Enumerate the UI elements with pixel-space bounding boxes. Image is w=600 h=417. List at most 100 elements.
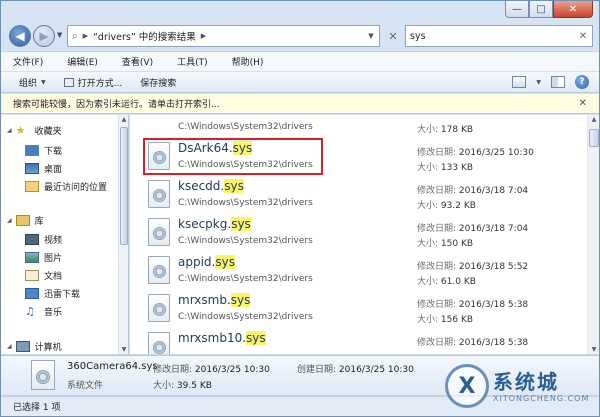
nav-videos[interactable]: 视频 <box>25 230 62 248</box>
chevron-right-icon[interactable]: ▶ <box>83 32 88 40</box>
modified-label: 修改日期: <box>417 224 457 234</box>
file-size: 大小: 133 KB <box>417 160 473 173</box>
file-path: C:\Windows\System32\drivers <box>178 312 313 322</box>
nav-favorites[interactable]: ◢ ★ 收藏夹 <box>7 121 62 139</box>
modified-label: 修改日期: <box>417 186 457 196</box>
file-size: 大小: 93.2 KB <box>417 198 476 211</box>
result-row[interactable]: C:\Windows\System32\drivers 大小: 178 KB <box>140 115 578 138</box>
download-folder-icon <box>25 144 39 156</box>
nav-label: 计算机 <box>34 342 62 353</box>
minimize-button[interactable]: — <box>505 1 529 18</box>
pictures-icon <box>25 251 39 263</box>
modified-label: 修改日期: <box>153 365 193 375</box>
search-highlight: sys <box>231 217 251 231</box>
address-bar[interactable]: ⌕ ▶ “drivers” 中的搜索结果 ▶ ▼ <box>67 25 380 47</box>
change-view-icon[interactable] <box>512 76 527 88</box>
nav-scrollbar[interactable]: ▲ ▼ <box>118 115 128 354</box>
index-info-bar[interactable]: 搜索可能较慢，因为索引未运行。请单击打开索引... ✕ <box>1 94 599 114</box>
menu-tools[interactable]: 工具(T) <box>177 55 208 68</box>
system-file-icon <box>31 360 55 390</box>
address-dropdown-icon[interactable]: ▼ <box>363 32 379 40</box>
open-with-button[interactable]: 打开方式... <box>63 76 122 89</box>
clear-search-icon[interactable]: ✕ <box>574 31 592 42</box>
address-row: ◀ ▶ ▼ ⌕ ▶ “drivers” 中的搜索结果 ▶ ▼ ✕ sys ✕ <box>1 23 599 49</box>
breadcrumb[interactable]: “drivers” 中的搜索结果 <box>93 29 196 43</box>
file-name: mrxsmb10.sys <box>178 331 266 345</box>
computer-icon <box>15 340 30 352</box>
modified-label: 修改日期: <box>417 300 457 310</box>
star-icon: ★ <box>15 123 26 137</box>
file-size: 大小: 178 KB <box>417 122 473 135</box>
preview-pane-icon[interactable] <box>551 76 565 88</box>
recent-pages-dropdown[interactable]: ▼ <box>57 31 62 39</box>
organize-label: 组织 <box>19 78 38 89</box>
search-input[interactable]: sys ✕ <box>405 25 593 47</box>
size-value: 178 KB <box>440 125 474 135</box>
close-infobar-icon[interactable]: ✕ <box>579 98 587 109</box>
help-icon[interactable]: ? <box>575 75 589 89</box>
nav-pictures[interactable]: 图片 <box>25 248 62 266</box>
modified-value: 2016/3/18 5:52 <box>458 262 529 272</box>
nav-documents[interactable]: 文档 <box>25 266 62 284</box>
file-name-base: mrxsmb. <box>178 293 231 307</box>
results-scrollbar[interactable]: ▲ ▼ <box>587 115 599 354</box>
nav-downloads[interactable]: 下载 <box>25 141 62 159</box>
result-row[interactable]: appid.sys C:\Windows\System32\drivers 修改… <box>140 252 578 290</box>
nav-thunder-downloads[interactable]: 迅雷下载 <box>25 284 80 302</box>
watermark-brand: 系统城 <box>493 370 559 394</box>
nav-scroll-thumb[interactable] <box>120 127 128 245</box>
nav-libraries[interactable]: ◢ 库 <box>7 211 44 229</box>
modified-value: 2016/3/18 5:38 <box>458 338 529 348</box>
size-label: 大小: <box>417 201 439 211</box>
size-label: 大小: <box>417 163 439 173</box>
save-search-button[interactable]: 保存搜索 <box>140 76 176 89</box>
created-label: 创建日期: <box>297 365 337 375</box>
scroll-down-icon[interactable]: ▼ <box>119 346 128 353</box>
caption-buttons: — □ ✕ <box>505 1 593 19</box>
nav-computer[interactable]: ◢ 计算机 <box>7 337 62 354</box>
system-file-icon <box>148 218 170 246</box>
menu-file[interactable]: 文件(F) <box>13 55 43 68</box>
menu-view[interactable]: 查看(V) <box>122 55 153 68</box>
scroll-up-icon[interactable]: ▲ <box>588 116 599 123</box>
results-scroll-thumb[interactable] <box>589 129 599 147</box>
documents-icon <box>25 269 39 281</box>
menu-help[interactable]: 帮助(H) <box>232 55 264 68</box>
modified-value: 2016/3/25 10:30 <box>458 148 534 158</box>
refresh-button[interactable]: ✕ <box>385 28 401 44</box>
size-label: 大小: <box>417 277 439 287</box>
maximize-button[interactable]: □ <box>529 1 553 18</box>
scroll-down-icon[interactable]: ▼ <box>588 346 599 353</box>
modified-value: 2016/3/25 10:30 <box>194 365 270 375</box>
file-name-base: ksecdd. <box>178 179 225 193</box>
size-label: 大小: <box>153 381 175 391</box>
result-row[interactable]: ksecpkg.sys C:\Windows\System32\drivers … <box>140 214 578 252</box>
size-value: 39.5 KB <box>176 381 212 391</box>
organize-button[interactable]: 组织 ▼ <box>19 76 46 89</box>
nav-desktop[interactable]: 桌面 <box>25 159 62 177</box>
nav-music[interactable]: ♫ 音乐 <box>25 302 62 320</box>
chevron-down-icon[interactable]: ▼ <box>536 79 541 86</box>
result-row[interactable]: mrxsmb10.sys 修改日期: 2016/3/18 5:38 <box>140 328 578 354</box>
library-icon <box>15 214 30 226</box>
command-bar: 组织 ▼ 打开方式... 保存搜索 ▼ ? <box>1 71 599 93</box>
result-row[interactable]: ksecdd.sys C:\Windows\System32\drivers 修… <box>140 176 578 214</box>
file-modified: 修改日期: 2016/3/18 5:52 <box>417 259 528 272</box>
scroll-up-icon[interactable]: ▲ <box>119 116 128 123</box>
close-button[interactable]: ✕ <box>553 1 593 18</box>
nav-label: 下载 <box>44 146 63 157</box>
menu-edit[interactable]: 编辑(E) <box>67 55 98 68</box>
forward-button[interactable]: ▶ <box>33 25 55 47</box>
result-row[interactable]: mrxsmb.sys C:\Windows\System32\drivers 修… <box>140 290 578 328</box>
nav-recent[interactable]: 最近访问的位置 <box>25 177 107 195</box>
app-icon <box>63 77 74 87</box>
file-name-base: ksecpkg. <box>178 217 232 231</box>
nav-label: 库 <box>34 216 44 227</box>
nav-label: 视频 <box>44 235 63 246</box>
highlight-box <box>143 138 323 175</box>
chevron-right-icon[interactable]: ▶ <box>201 32 206 40</box>
arrow-right-icon: ▶ <box>39 29 49 43</box>
back-button[interactable]: ◀ <box>9 25 31 47</box>
nav-label: 音乐 <box>44 307 63 318</box>
size-value: 133 KB <box>440 163 474 173</box>
